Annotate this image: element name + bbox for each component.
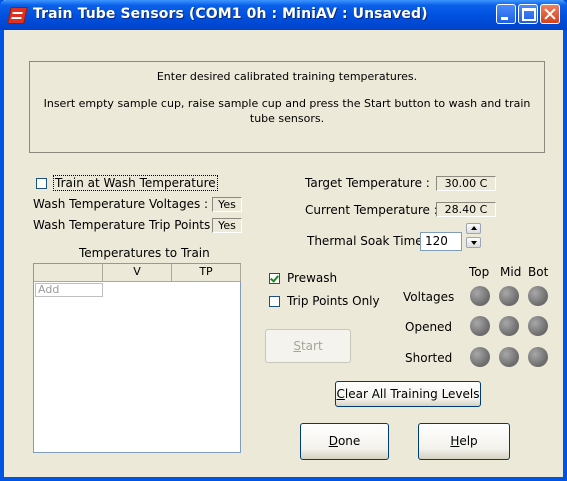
wash-trip-value: Yes [212, 218, 242, 233]
instructions-box: Enter desired calibrated training temper… [29, 61, 545, 153]
thermal-soak-input[interactable]: 120 [420, 232, 462, 251]
led-row-voltages: Voltages [403, 290, 455, 304]
wash-voltages-label: Wash Temperature Voltages : [33, 197, 209, 211]
app-icon [7, 7, 28, 24]
done-button[interactable]: Done [300, 423, 389, 460]
add-row-cell[interactable]: Add [35, 283, 103, 297]
list-header: V TP [34, 264, 241, 282]
start-button[interactable]: Start [265, 329, 351, 363]
voltages-bot-led [528, 286, 548, 306]
spin-down-icon[interactable] [466, 237, 481, 248]
instruction-line-1: Enter desired calibrated training temper… [156, 70, 418, 83]
trip-points-only-checkbox[interactable] [269, 296, 280, 307]
help-button[interactable]: Help [418, 423, 510, 460]
opened-bot-led [528, 316, 548, 336]
maximize-icon[interactable] [518, 4, 538, 24]
led-header-mid: Mid [500, 265, 522, 279]
window-title: Train Tube Sensors (COM1 0h : MiniAV : U… [33, 6, 428, 22]
voltages-mid-led [499, 286, 519, 306]
instruction-line-2: Insert empty sample cup, raise sample cu… [43, 97, 531, 125]
temperatures-title: Temperatures to Train [79, 246, 210, 260]
prewash-label[interactable]: Prewash [287, 271, 337, 285]
target-temperature-value: 30.00 C [436, 176, 496, 191]
spin-up-icon[interactable] [466, 223, 481, 234]
current-temperature-label: Current Temperature : [305, 203, 438, 217]
opened-top-led [470, 316, 490, 336]
led-row-shorted: Shorted [405, 351, 453, 365]
opened-mid-led [499, 316, 519, 336]
train-at-wash-label[interactable]: Train at Wash Temperature [53, 175, 218, 191]
shorted-bot-led [528, 347, 548, 367]
temperatures-list[interactable]: V TP Add [33, 263, 241, 453]
trip-points-only-label[interactable]: Trip Points Only [287, 294, 380, 308]
column-header[interactable] [34, 264, 103, 281]
column-header-tp[interactable]: TP [172, 264, 241, 281]
shorted-mid-led [499, 347, 519, 367]
prewash-checkbox[interactable] [269, 273, 280, 284]
target-temperature-label: Target Temperature : [305, 176, 430, 190]
train-at-wash-checkbox[interactable] [36, 178, 47, 189]
clear-all-training-levels-button[interactable]: Clear All Training Levels [335, 381, 481, 407]
led-header-bot: Bot [528, 265, 549, 279]
shorted-top-led [470, 347, 490, 367]
wash-trip-label: Wash Temperature Trip Points : [33, 218, 219, 232]
voltages-top-led [470, 286, 490, 306]
minimize-icon[interactable] [496, 4, 516, 24]
wash-voltages-value: Yes [212, 197, 242, 212]
led-row-opened: Opened [405, 320, 453, 334]
led-header-top: Top [469, 265, 490, 279]
current-temperature-value: 28.40 C [436, 202, 496, 217]
title-bar[interactable]: Train Tube Sensors (COM1 0h : MiniAV : U… [0, 0, 567, 30]
close-icon[interactable] [540, 4, 560, 24]
column-header-v[interactable]: V [103, 264, 172, 281]
